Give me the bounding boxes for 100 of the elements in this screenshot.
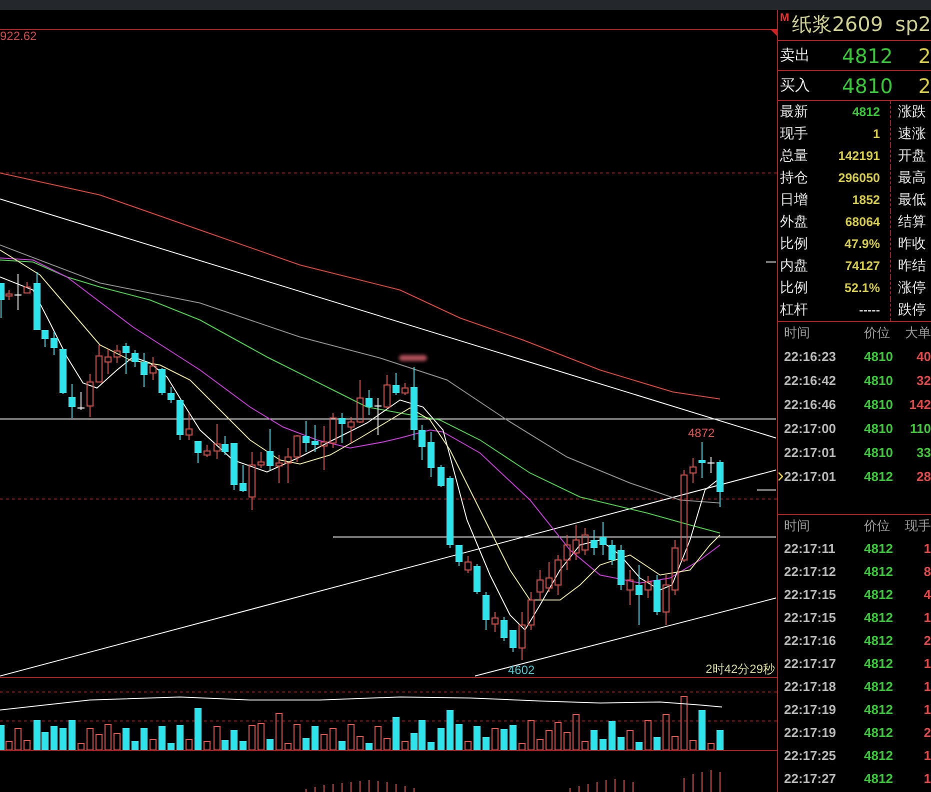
time-text: 22:17:19	[784, 726, 838, 739]
volume-text: 2	[924, 634, 931, 647]
time-text: 22:17:01	[784, 470, 838, 482]
column-header: 大单	[905, 326, 931, 340]
quote-label: 现手	[779, 127, 809, 141]
time-text: 22:17:18	[784, 680, 838, 693]
volume-text: 1	[924, 542, 931, 555]
quote-label: 速涨	[890, 123, 926, 145]
indicator-bar	[314, 786, 316, 792]
time-text: 22:17:00	[784, 422, 838, 434]
indicator-bar	[632, 782, 634, 792]
quote-label: 涨停	[890, 277, 926, 299]
indicator-bar	[710, 770, 712, 792]
quote-label: 开盘	[890, 145, 926, 167]
high-price-label: 4872	[688, 426, 715, 440]
price-text: 4812	[864, 565, 894, 578]
quote-label: 外盘	[779, 215, 809, 229]
price-text: 4810	[864, 422, 894, 434]
price-text: 4812	[864, 634, 894, 647]
price-text: 4810	[864, 350, 894, 362]
quote-volume: 2	[918, 46, 931, 66]
quote-label: 持仓	[779, 171, 809, 185]
time-text: 22:17:12	[784, 565, 838, 578]
volume-text: 4	[924, 588, 931, 601]
time-text: 22:17:15	[784, 588, 838, 601]
price-axis-value: 922.62	[0, 29, 37, 43]
time-text: 22:17:16	[784, 634, 838, 647]
indicator-bar	[368, 780, 370, 792]
time-text: 22:16:42	[784, 374, 838, 386]
price-text: 4812	[864, 772, 894, 785]
quote-label: 比例	[779, 237, 809, 251]
price-text: 4810	[864, 398, 894, 410]
volume-text: 2	[924, 726, 931, 739]
volume-text: 110	[910, 422, 931, 434]
blurred-patch	[399, 355, 427, 361]
quote-volume: 2	[918, 76, 931, 96]
quote-label: 最高	[890, 167, 926, 189]
quote-label: 最低	[890, 189, 926, 211]
quote-value: 47.9%	[844, 238, 880, 250]
quote-label: 日增	[779, 193, 809, 207]
indicator-bar	[692, 774, 694, 792]
symbol-name: 纸浆2609	[792, 11, 884, 38]
price-text: 4810	[864, 446, 894, 458]
price-text: 4812	[864, 470, 894, 482]
price-text: 4812	[864, 588, 894, 601]
quote-value: 1	[872, 128, 880, 140]
quote-value: 52.1%	[844, 282, 880, 294]
indicator-bar	[386, 782, 388, 792]
volume-text: 1	[924, 749, 931, 762]
price-text: 4812	[864, 726, 894, 739]
volume-text: 1	[924, 611, 931, 624]
quote-value: 74127	[844, 260, 880, 272]
price-text: 4812	[864, 680, 894, 693]
quote-label: 比例	[779, 281, 809, 295]
volume-text: 28	[916, 470, 931, 482]
time-text: 22:17:01	[784, 446, 838, 458]
time-text: 22:17:11	[784, 542, 836, 555]
price-text: 4810	[864, 374, 894, 386]
quote-label: 结算	[890, 211, 926, 233]
quote-label: 买入	[779, 78, 811, 93]
time-text: 22:16:46	[784, 398, 838, 410]
quote-label: 昨收	[890, 233, 926, 255]
symbol-code: sp2	[895, 11, 931, 38]
indicator-bar	[614, 778, 616, 792]
indicator-bar	[332, 784, 334, 792]
volume-text: 8	[924, 565, 931, 578]
volume-text: 40	[916, 350, 931, 362]
indicator-bar	[404, 786, 406, 792]
quote-price: 4812	[842, 46, 893, 66]
quote-value: 4812	[851, 106, 880, 118]
volume-text: 1	[924, 772, 931, 785]
column-header: 时间	[784, 520, 811, 532]
quote-value: 68064	[844, 216, 880, 228]
volume-text: 33	[916, 446, 931, 458]
low-price-label: 4602	[508, 663, 535, 677]
quote-value: 142191	[837, 150, 880, 162]
quote-label: 最新	[779, 105, 809, 119]
column-header: 价位	[864, 326, 891, 340]
volume-text: 1	[924, 657, 931, 670]
indicator-bar	[596, 782, 598, 792]
quote-value: -----	[858, 304, 880, 316]
column-header: 时间	[784, 326, 811, 340]
indicator-bar	[578, 786, 580, 792]
price-text: 4812	[864, 703, 894, 716]
quote-label: 杠杆	[779, 303, 809, 317]
market-mark: M	[780, 13, 790, 24]
quote-price: 4810	[842, 76, 893, 96]
price-text: 4812	[864, 657, 894, 670]
countdown-timer: 2时42分29秒	[706, 662, 775, 676]
quote-label: 内盘	[779, 259, 809, 273]
volume-text: 142	[909, 398, 931, 410]
indicator-bar	[350, 782, 352, 792]
time-text: 22:17:17	[784, 657, 838, 670]
quote-label: 涨跌	[890, 101, 926, 123]
quote-value: 296050	[837, 172, 880, 184]
quote-value: 1852	[851, 194, 880, 206]
volume-text: 1	[924, 703, 931, 716]
time-text: 22:17:15	[784, 611, 838, 624]
column-header: 价位	[864, 520, 891, 532]
price-text: 4812	[864, 542, 894, 555]
